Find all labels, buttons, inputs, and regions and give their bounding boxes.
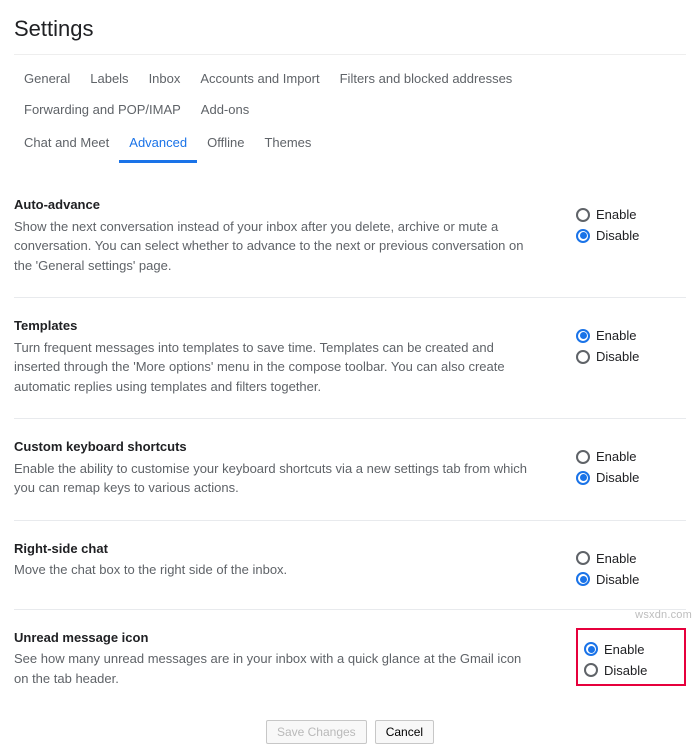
- custom-keyboard-shortcuts-disable[interactable]: Disable: [576, 470, 686, 485]
- radio-icon: [576, 551, 590, 565]
- advanced-settings-list: Auto-advance Show the next conversation …: [14, 177, 686, 710]
- radio-icon: [584, 642, 598, 656]
- radio-icon: [576, 329, 590, 343]
- row-title: Auto-advance: [14, 195, 536, 215]
- option-label: Disable: [596, 228, 639, 243]
- option-label: Enable: [604, 642, 644, 657]
- tab-advanced[interactable]: Advanced: [119, 129, 197, 163]
- tab-general[interactable]: General: [14, 65, 80, 96]
- save-changes-button[interactable]: Save Changes: [266, 720, 367, 744]
- tab-accounts-import[interactable]: Accounts and Import: [190, 65, 329, 96]
- radio-icon: [576, 208, 590, 222]
- unread-message-icon-disable[interactable]: Disable: [584, 663, 660, 678]
- tab-offline[interactable]: Offline: [197, 129, 254, 163]
- row-body: Turn frequent messages into templates to…: [14, 338, 536, 397]
- row-right-side-chat: Right-side chat Move the chat box to the…: [14, 521, 686, 610]
- custom-keyboard-shortcuts-enable[interactable]: Enable: [576, 449, 686, 464]
- option-label: Enable: [596, 449, 636, 464]
- settings-tabs-row1: General Labels Inbox Accounts and Import…: [14, 54, 686, 127]
- row-templates: Templates Turn frequent messages into te…: [14, 298, 686, 419]
- row-body: See how many unread messages are in your…: [14, 649, 536, 688]
- action-buttons: Save Changes Cancel: [14, 710, 686, 744]
- row-body: Enable the ability to customise your key…: [14, 459, 536, 498]
- auto-advance-disable[interactable]: Disable: [576, 228, 686, 243]
- option-label: Disable: [596, 470, 639, 485]
- settings-tabs-row2: Chat and Meet Advanced Offline Themes: [14, 127, 686, 163]
- row-body: Move the chat box to the right side of t…: [14, 560, 536, 580]
- option-label: Disable: [596, 572, 639, 587]
- highlight-box: Enable Disable: [576, 628, 686, 686]
- row-title: Unread message icon: [14, 628, 536, 648]
- auto-advance-enable[interactable]: Enable: [576, 207, 686, 222]
- radio-icon: [576, 450, 590, 464]
- watermark: wsxdn.com: [635, 609, 692, 621]
- row-title: Templates: [14, 316, 536, 336]
- option-label: Enable: [596, 551, 636, 566]
- page-title: Settings: [14, 16, 686, 42]
- option-label: Disable: [596, 349, 639, 364]
- option-label: Enable: [596, 328, 636, 343]
- tab-addons[interactable]: Add-ons: [191, 96, 259, 127]
- row-title: Right-side chat: [14, 539, 536, 559]
- templates-enable[interactable]: Enable: [576, 328, 686, 343]
- row-unread-message-icon: Unread message icon See how many unread …: [14, 610, 686, 711]
- right-side-chat-disable[interactable]: Disable: [576, 572, 686, 587]
- tab-themes[interactable]: Themes: [254, 129, 321, 163]
- cancel-button[interactable]: Cancel: [375, 720, 434, 744]
- tab-forwarding[interactable]: Forwarding and POP/IMAP: [14, 96, 191, 127]
- option-label: Enable: [596, 207, 636, 222]
- right-side-chat-enable[interactable]: Enable: [576, 551, 686, 566]
- unread-message-icon-enable[interactable]: Enable: [584, 642, 660, 657]
- radio-icon: [576, 471, 590, 485]
- option-label: Disable: [604, 663, 647, 678]
- tab-filters[interactable]: Filters and blocked addresses: [330, 65, 523, 96]
- tab-labels[interactable]: Labels: [80, 65, 138, 96]
- row-title: Custom keyboard shortcuts: [14, 437, 536, 457]
- templates-disable[interactable]: Disable: [576, 349, 686, 364]
- radio-icon: [576, 229, 590, 243]
- tab-chat-meet[interactable]: Chat and Meet: [14, 129, 119, 163]
- radio-icon: [576, 350, 590, 364]
- row-auto-advance: Auto-advance Show the next conversation …: [14, 177, 686, 298]
- row-custom-keyboard-shortcuts: Custom keyboard shortcuts Enable the abi…: [14, 419, 686, 521]
- radio-icon: [584, 663, 598, 677]
- row-body: Show the next conversation instead of yo…: [14, 217, 536, 276]
- tab-inbox[interactable]: Inbox: [139, 65, 191, 96]
- radio-icon: [576, 572, 590, 586]
